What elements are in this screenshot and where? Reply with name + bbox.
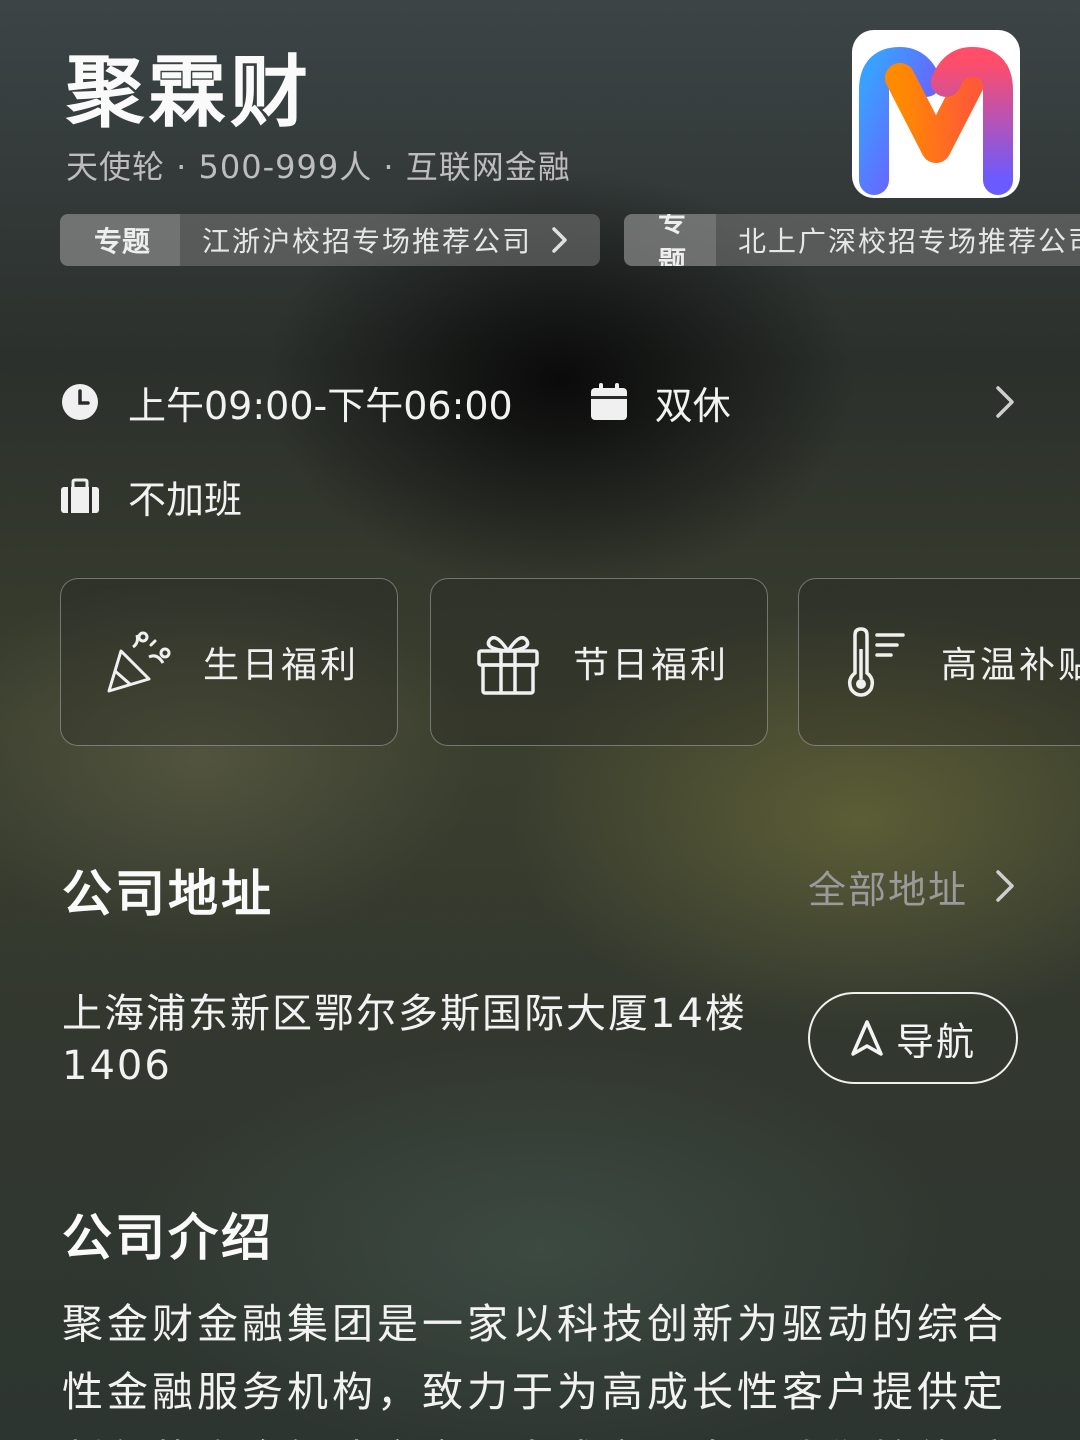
all-addresses-link[interactable]: 全部地址: [808, 858, 1020, 914]
calendar-icon: [590, 383, 627, 420]
topic-chip-jzh[interactable]: 专题 江浙沪校招专场推荐公司: [60, 214, 600, 266]
all-addresses-label: 全部地址: [808, 867, 969, 912]
topic-tag: 专题: [624, 214, 717, 266]
topic-chip-bsgs[interactable]: 专题 北上广深校招专场推荐公司: [624, 214, 1080, 266]
intro-text: 聚金财金融集团是一家以科技创新为驱动的综合性金融服务机构，致力于为高成长性客户提…: [62, 1300, 1007, 1440]
address-section-title: 公司地址: [62, 865, 274, 923]
gift-icon: [477, 635, 539, 695]
rest-days-text: 双休: [654, 383, 731, 428]
overtime-row: 不加班: [60, 466, 242, 526]
m-logo-icon: [859, 46, 1013, 195]
thermometer-icon: [847, 627, 905, 697]
benefit-card-birthday[interactable]: 生日福利: [60, 578, 398, 746]
work-hours-row[interactable]: 上午09:00-下午06:00 双休: [60, 372, 1020, 432]
company-logo: [852, 30, 1020, 198]
navigation-arrow-icon: [851, 1020, 883, 1056]
topic-tag: 专题: [60, 214, 181, 266]
benefit-card-holiday[interactable]: 节日福利: [430, 578, 768, 746]
clock-icon: [62, 384, 98, 420]
chevron-right-icon: [552, 227, 567, 253]
navigate-button[interactable]: 导航: [808, 992, 1018, 1084]
work-hours-text: 上午09:00-下午06:00: [128, 383, 513, 428]
briefcase-icon: [61, 478, 99, 513]
company-name: 聚霖财: [66, 48, 313, 138]
benefit-card-heat[interactable]: 高温补贴: [798, 578, 1080, 746]
benefit-label: 节日福利: [573, 645, 730, 686]
company-meta: 天使轮 · 500-999人 · 互联网金融: [66, 148, 571, 186]
chevron-right-icon: [996, 870, 1014, 902]
address-text: 上海浦东新区鄂尔多斯国际大厦14楼1406: [62, 991, 747, 1089]
chevron-right-icon: [996, 386, 1014, 418]
overtime-text: 不加班: [128, 477, 243, 522]
intro-section-title: 公司介绍: [62, 1209, 274, 1267]
benefit-label: 生日福利: [203, 645, 360, 686]
topic-text: 北上广深校招专场推荐公司: [738, 225, 1080, 258]
topic-text: 江浙沪校招专场推荐公司: [202, 225, 533, 258]
party-popper-icon: [107, 631, 171, 693]
navigate-label: 导航: [895, 1019, 976, 1064]
benefit-label: 高温补贴: [941, 645, 1080, 686]
